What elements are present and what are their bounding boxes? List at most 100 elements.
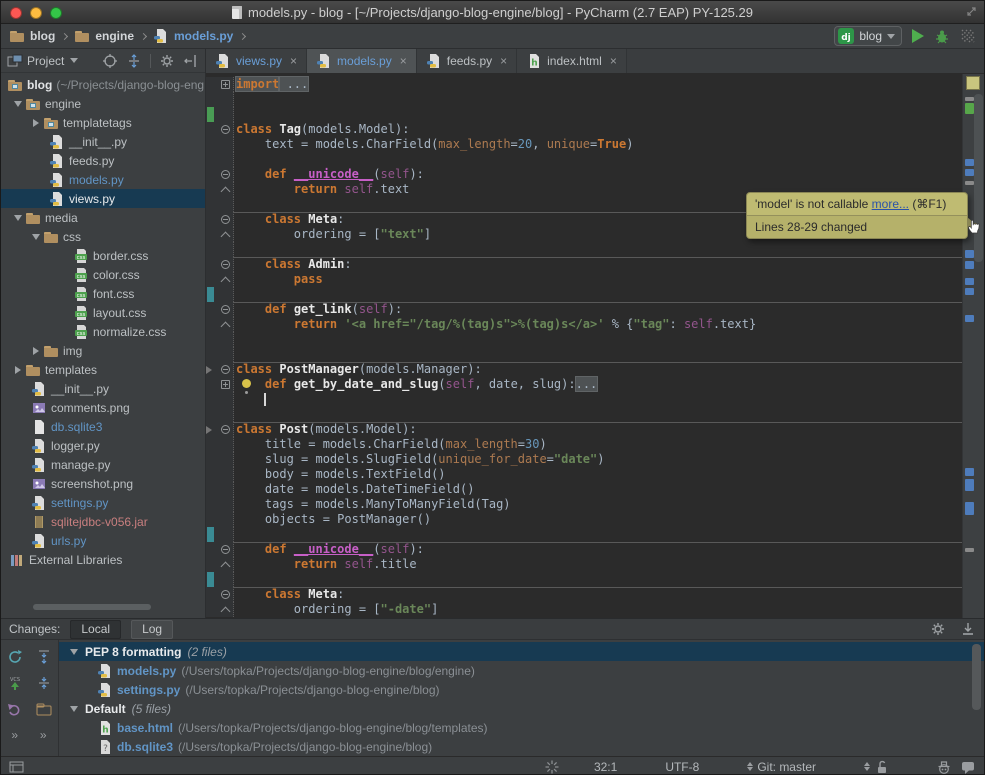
code-line-24[interactable]: class Post(models.Model): — [206, 422, 962, 437]
code-area[interactable]: import ...class Tag(models.Model): text … — [206, 74, 962, 618]
code-text[interactable]: class Tag(models.Model): — [234, 122, 962, 137]
event-log-bubble-icon[interactable] — [960, 759, 976, 775]
fold-collapse-icon[interactable] — [221, 125, 230, 134]
tree-item-urls-py[interactable]: urls.py — [1, 531, 205, 550]
tab-feeds-py[interactable]: feeds.py× — [417, 49, 517, 73]
file-encoding[interactable]: UTF-8 — [665, 760, 699, 774]
stripe-mark-blue[interactable] — [965, 288, 974, 295]
code-line-36[interactable]: ordering = ["-date"] — [206, 602, 962, 617]
code-line-19[interactable] — [206, 347, 962, 362]
code-text[interactable]: def __unicode__(self): — [234, 542, 962, 557]
code-line-31[interactable] — [206, 527, 962, 542]
changed-file-models-py[interactable]: models.py(/Users/topka/Projects/django-b… — [59, 661, 984, 680]
collapsed-arrow-icon[interactable] — [11, 366, 25, 374]
expanded-arrow-icon[interactable] — [67, 649, 81, 655]
close-tab-icon[interactable]: × — [400, 54, 407, 68]
refresh-button[interactable] — [7, 649, 23, 665]
changelist-pep-8-formatting[interactable]: PEP 8 formatting(2 files) — [59, 642, 984, 661]
code-line-17[interactable]: return '<a href="/tag/%(tag)s">%(tag)s</… — [206, 317, 962, 332]
stripe-mark-gray[interactable] — [965, 548, 974, 552]
collapsed-arrow-icon[interactable] — [29, 347, 43, 355]
run-configuration-selector[interactable]: dj blog — [834, 26, 902, 46]
group-by-directory-button[interactable] — [36, 701, 52, 717]
code-text[interactable] — [234, 287, 962, 302]
more-actions-chevron[interactable]: » — [40, 728, 48, 742]
code-line-33[interactable]: return self.title — [206, 557, 962, 572]
code-text[interactable]: def get_by_date_and_slug(self, date, slu… — [234, 377, 962, 392]
code-text[interactable] — [234, 332, 962, 347]
stripe-mark-blue[interactable] — [965, 159, 974, 166]
intention-bulb-icon[interactable] — [242, 379, 251, 388]
fold-end-icon[interactable] — [221, 607, 231, 617]
tree-item-init-py[interactable]: __init__.py — [1, 379, 205, 398]
changes-tab-log[interactable]: Log — [131, 620, 173, 639]
code-text[interactable]: return self.title — [234, 557, 962, 572]
code-text[interactable]: title = models.CharField(max_length=30) — [234, 437, 962, 452]
collapsed-arrow-icon[interactable] — [29, 119, 43, 127]
toggle-toolwindows-button[interactable] — [9, 759, 25, 775]
stripe-mark-blue[interactable] — [965, 502, 974, 515]
stripe-mark-blue[interactable] — [965, 169, 974, 176]
code-line-29[interactable]: tags = models.ManyToManyField(Tag) — [206, 497, 962, 512]
tooltip-more-link[interactable]: more... — [872, 197, 909, 211]
code-text[interactable]: def get_link(self): — [234, 302, 962, 317]
stripe-mark-gray[interactable] — [965, 181, 974, 185]
code-text[interactable]: def __unicode__(self): — [234, 167, 962, 182]
code-line-22[interactable] — [206, 392, 962, 407]
code-text[interactable]: import ... — [234, 77, 962, 92]
tree-item-manage-py[interactable]: manage.py — [1, 455, 205, 474]
breadcrumb-item-engine[interactable]: engine — [74, 28, 134, 44]
stripe-mark-blue[interactable] — [965, 479, 974, 491]
breadcrumb-item-blog[interactable]: blog — [9, 28, 55, 44]
code-line-13[interactable]: class Admin: — [206, 257, 962, 272]
fold-expand-icon[interactable] — [221, 80, 230, 89]
code-line-16[interactable]: def get_link(self): — [206, 302, 962, 317]
fold-collapse-icon[interactable] — [221, 425, 230, 434]
tree-item-color-css[interactable]: csscolor.css — [1, 265, 205, 284]
settings-gear-icon[interactable] — [930, 621, 946, 637]
project-panel-title[interactable]: Project — [27, 54, 64, 68]
tree-item-layout-css[interactable]: csslayout.css — [1, 303, 205, 322]
breadcrumb-item-models-py[interactable]: models.py — [153, 28, 233, 44]
changed-file-db-sqlite3[interactable]: ?db.sqlite3(/Users/topka/Projects/django… — [59, 737, 984, 756]
minimize-window-button[interactable] — [30, 7, 42, 19]
vcs-branch[interactable]: Git: master — [757, 760, 816, 774]
code-text[interactable] — [234, 527, 962, 542]
code-line-32[interactable]: def __unicode__(self): — [206, 542, 962, 557]
code-line-23[interactable] — [206, 407, 962, 422]
code-text[interactable] — [234, 392, 962, 407]
code-text[interactable]: tags = models.ManyToManyField(Tag) — [234, 497, 962, 512]
fold-collapse-icon[interactable] — [221, 365, 230, 374]
stripe-mark-green[interactable] — [965, 103, 974, 114]
code-text[interactable]: class PostManager(models.Manager): — [234, 362, 962, 377]
fold-collapse-icon[interactable] — [221, 305, 230, 314]
stripe-mark-blue[interactable] — [965, 261, 974, 269]
lock-icon[interactable] — [874, 759, 890, 775]
caret-position[interactable]: 32:1 — [594, 760, 617, 774]
more-actions-chevron[interactable]: » — [11, 728, 19, 742]
tree-item-external-libraries[interactable]: External Libraries — [1, 550, 205, 569]
horizontal-scrollbar[interactable] — [33, 604, 151, 610]
fold-collapse-icon[interactable] — [221, 590, 230, 599]
code-text[interactable]: ordering = ["-date"] — [234, 602, 962, 617]
tree-item-blog[interactable]: blog(~/Projects/django-blog-eng — [1, 75, 205, 94]
code-text[interactable] — [234, 347, 962, 362]
fold-end-icon[interactable] — [221, 187, 231, 197]
code-text[interactable]: class Post(models.Model): — [234, 422, 962, 437]
tree-item-comments-png[interactable]: comments.png — [1, 398, 205, 417]
tab-models-py[interactable]: models.py× — [307, 49, 417, 73]
hide-panel-button[interactable] — [183, 53, 199, 69]
changed-file-settings-py[interactable]: settings.py(/Users/topka/Projects/django… — [59, 680, 984, 699]
fold-end-icon[interactable] — [221, 232, 231, 242]
code-line-12[interactable] — [206, 242, 962, 257]
stripe-mark-blue[interactable] — [965, 315, 974, 322]
chevron-down-icon[interactable] — [70, 58, 78, 63]
code-text[interactable] — [234, 242, 962, 257]
inspection-status-square[interactable] — [966, 76, 980, 90]
code-text[interactable] — [234, 152, 962, 167]
code-line-28[interactable]: date = models.DateTimeField() — [206, 482, 962, 497]
tree-item-models-py[interactable]: models.py — [1, 170, 205, 189]
error-stripe[interactable] — [962, 74, 984, 618]
code-line-27[interactable]: body = models.TextField() — [206, 467, 962, 482]
editor[interactable]: import ...class Tag(models.Model): text … — [206, 74, 984, 618]
